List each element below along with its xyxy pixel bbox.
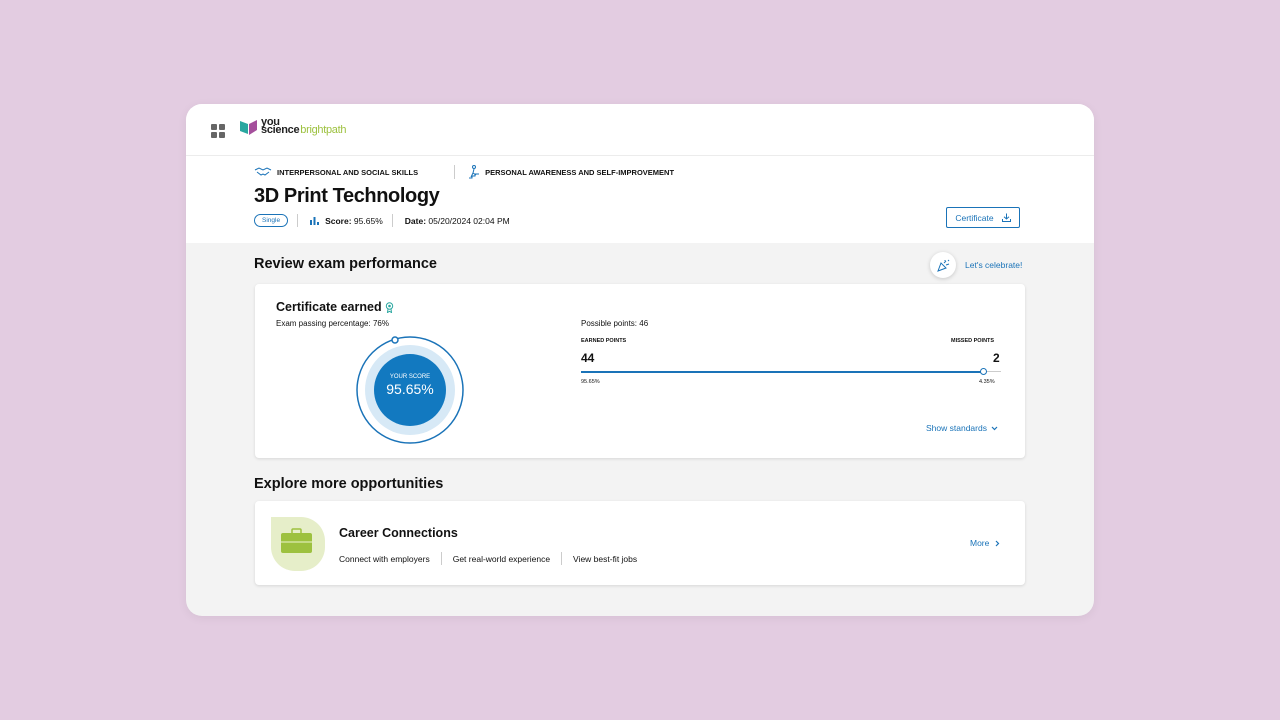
award-ribbon-icon [385, 301, 393, 313]
chevron-down-icon [991, 426, 998, 430]
exam-performance-card: Certificate earned Exam passing percenta… [255, 284, 1025, 458]
party-popper-icon [930, 252, 956, 278]
missed-percentage: 4.35% [979, 379, 995, 385]
donut-value: 95.65% [386, 381, 433, 397]
celebrate-link[interactable]: Let's celebrate! [930, 252, 1022, 278]
link-best-fit-jobs[interactable]: View best-fit jobs [573, 554, 637, 564]
youscience-logo-icon [240, 120, 257, 135]
apps-grid-icon[interactable] [211, 124, 225, 138]
link-divider [440, 552, 442, 565]
logo[interactable]: you science brightpath [240, 117, 347, 142]
meta-divider [391, 214, 393, 227]
missed-points-value: 2 [993, 351, 1000, 365]
donut-label: YOUR SCORE [390, 374, 430, 380]
score-value: 95.65% [353, 215, 383, 226]
briefcase-icon [271, 517, 325, 571]
category-divider [454, 165, 456, 179]
logo-line2: science [261, 124, 300, 136]
date-value: 05/20/2024 02:04 PM [428, 215, 510, 226]
card-title: Certificate earned [276, 300, 382, 314]
logo-suffix: brightpath [300, 124, 347, 136]
missed-points-label: MISSED POINTS [951, 338, 995, 344]
chevron-right-icon [995, 540, 1000, 546]
points-progress-fill [581, 370, 983, 373]
earned-points-label: EARNED POINTS [581, 338, 627, 344]
more-link[interactable]: More [970, 538, 1000, 548]
celebrate-label: Let's celebrate! [965, 260, 1023, 270]
earned-percentage: 95.65% [581, 379, 600, 385]
passing-percentage: Exam passing percentage: 76% [276, 319, 389, 328]
show-standards-label: Show standards [926, 423, 987, 433]
category-label: INTERPERSONAL AND SOCIAL SKILLS [277, 167, 419, 177]
app-window: you science brightpath INTERPERSONAL AND … [186, 104, 1094, 616]
download-icon [1001, 213, 1011, 222]
exam-header: INTERPERSONAL AND SOCIAL SKILLS PERSONAL… [186, 156, 1094, 243]
certificate-button[interactable]: Certificate [946, 207, 1020, 228]
handshake-icon [254, 167, 272, 176]
link-divider [561, 552, 563, 565]
career-connections-title: Career Connections [339, 526, 458, 540]
earned-points-value: 44 [581, 351, 595, 365]
certificate-button-label: Certificate [955, 212, 994, 223]
donut-marker [391, 336, 399, 344]
date-label: Date: [404, 215, 427, 226]
explore-section-title: Explore more opportunities [254, 476, 444, 492]
score-donut: YOUR SCORE 95.65% [356, 336, 464, 444]
top-bar: you science brightpath [186, 104, 1094, 156]
person-stairs-icon [469, 165, 480, 179]
category-personal-awareness: PERSONAL AWARENESS AND SELF-IMPROVEMENT [468, 165, 674, 179]
category-list: INTERPERSONAL AND SOCIAL SKILLS PERSONAL… [254, 165, 674, 179]
show-standards-link[interactable]: Show standards [926, 423, 998, 433]
category-label: PERSONAL AWARENESS AND SELF-IMPROVEMENT [485, 167, 675, 177]
exam-meta: Single Score: 95.65% Date: 05/20/2024 02… [254, 214, 510, 227]
meta-divider [297, 214, 299, 227]
bar-chart-icon [310, 217, 320, 225]
points-progress-marker [979, 368, 987, 375]
points-progress-bar [581, 368, 1001, 375]
logo-text: you science brightpath [261, 117, 347, 136]
page-title: 3D Print Technology [254, 185, 440, 207]
review-section-title: Review exam performance [254, 256, 437, 272]
status-badge: Single [254, 214, 289, 227]
possible-points: Possible points: 46 [581, 319, 649, 328]
more-label: More [970, 538, 990, 548]
link-connect-employers[interactable]: Connect with employers [339, 554, 430, 564]
link-real-world-experience[interactable]: Get real-world experience [453, 554, 550, 564]
category-interpersonal: INTERPERSONAL AND SOCIAL SKILLS [254, 167, 418, 177]
career-connections-card[interactable]: Career Connections Connect with employer… [255, 501, 1025, 585]
certificate-earned-title: Certificate earned [276, 300, 394, 314]
score-label: Score: [325, 215, 352, 226]
career-links: Connect with employers Get real-world ex… [339, 552, 637, 565]
